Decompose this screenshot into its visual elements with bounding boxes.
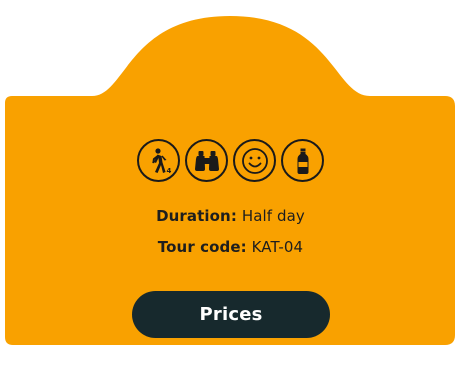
duration-row: Duration: Half day bbox=[0, 206, 461, 226]
duration-label: Duration: bbox=[156, 207, 237, 225]
smiley-icon bbox=[233, 139, 276, 182]
duration-value: Half day bbox=[241, 207, 305, 225]
tour-code-value: KAT-04 bbox=[251, 238, 304, 256]
hiking-level-icon: 4 bbox=[137, 139, 180, 182]
hiking-level-value: 4 bbox=[166, 167, 171, 175]
tour-code-row: Tour code: KAT-04 bbox=[0, 237, 461, 257]
tour-features: 4 bbox=[0, 139, 461, 182]
prices-button[interactable]: Prices bbox=[132, 291, 330, 338]
tour-card: 4 Duration: Half day Tour code: KAT-04 P… bbox=[0, 0, 461, 374]
binoculars-icon bbox=[185, 139, 228, 182]
tour-code-label: Tour code: bbox=[157, 238, 247, 256]
water-bottle-icon bbox=[281, 139, 324, 182]
